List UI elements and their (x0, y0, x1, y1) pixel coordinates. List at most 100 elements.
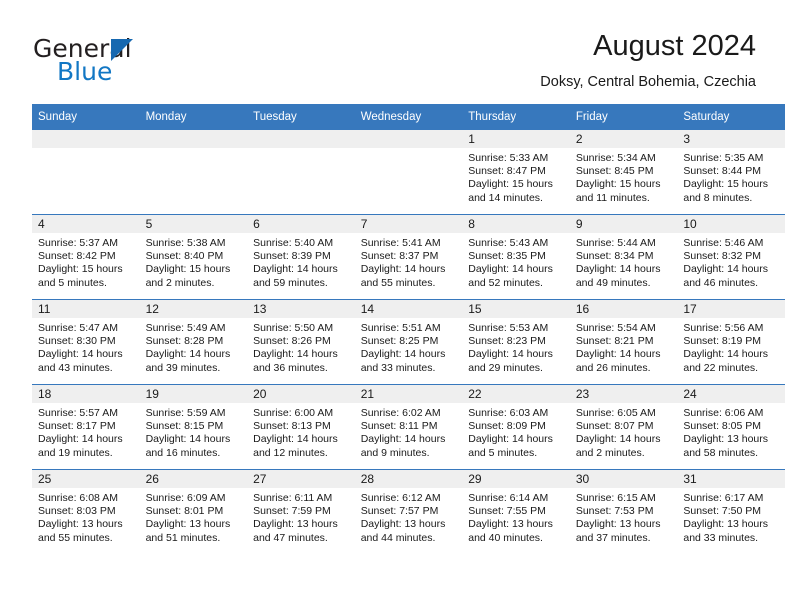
calendar-day-cell[interactable]: 4 Sunrise: 5:37 AM Sunset: 8:42 PM Daylight… (32, 214, 140, 300)
daylight-text-line2: and 16 minutes. (145, 446, 221, 459)
day-details: Sunrise: 6:14 AM Sunset: 7:55 PM Daylight:… (462, 488, 570, 545)
daylight-text-line1: Daylight: 14 hours (683, 348, 769, 361)
sunrise-text: Sunrise: 5:57 AM (38, 407, 118, 419)
sunrise-text: Sunrise: 6:15 AM (575, 492, 656, 504)
sunrise-text: Sunrise: 5:53 AM (468, 322, 549, 334)
calendar-day-cell[interactable]: 14 Sunrise: 5:51 AM Sunset: 8:25 PM Dayligh… (354, 299, 463, 385)
day-number: 20 (247, 385, 355, 403)
daylight-text-line2: and 2 minutes. (575, 446, 645, 459)
day-number: 7 (354, 215, 463, 233)
calendar-page: General Blue August 2024 Doksy, Central … (0, 0, 792, 612)
calendar-day-cell[interactable]: 31 Sunrise: 6:17 AM Sunset: 7:50 PM Dayligh… (677, 469, 785, 554)
daylight-text-line1: Daylight: 14 hours (575, 263, 661, 276)
day-cell-content: 18 Sunrise: 5:57 AM Sunset: 8:17 PM Dayligh… (32, 385, 140, 469)
sunset-text: Sunset: 8:11 PM (360, 420, 438, 433)
sunset-text: Sunset: 8:39 PM (253, 250, 331, 263)
brand-logo[interactable]: General Blue (33, 34, 213, 86)
calendar-day-cell[interactable]: 17 Sunrise: 5:56 AM Sunset: 8:19 PM Dayligh… (677, 299, 785, 385)
sunset-text: Sunset: 8:23 PM (468, 335, 546, 348)
day-details: Sunrise: 5:43 AM Sunset: 8:35 PM Daylight:… (462, 233, 570, 290)
daylight-text-line2: and 26 minutes. (575, 361, 651, 374)
calendar-day-cell[interactable]: 8 Sunrise: 5:43 AM Sunset: 8:35 PM Daylight… (462, 214, 570, 300)
day-cell-content: 4 Sunrise: 5:37 AM Sunset: 8:42 PM Daylight… (32, 215, 140, 299)
daylight-text-line1: Daylight: 13 hours (38, 518, 123, 531)
sunrise-text: Sunrise: 5:54 AM (575, 322, 656, 334)
calendar-day-cell[interactable]: 22 Sunrise: 6:03 AM Sunset: 8:09 PM Dayligh… (462, 384, 570, 470)
calendar-body: 1 Sunrise: 5:33 AM Sunset: 8:47 PM Daylight… (32, 130, 785, 554)
calendar-day-cell[interactable]: 29 Sunrise: 6:14 AM Sunset: 7:55 PM Dayligh… (462, 469, 570, 554)
day-cell-content: 1 Sunrise: 5:33 AM Sunset: 8:47 PM Daylight… (462, 130, 570, 214)
daylight-text-line1: Daylight: 13 hours (468, 518, 553, 531)
day-number: 25 (32, 470, 140, 488)
calendar-day-cell[interactable]: 30 Sunrise: 6:15 AM Sunset: 7:53 PM Dayligh… (569, 469, 678, 554)
sunrise-text: Sunrise: 6:02 AM (360, 407, 441, 419)
day-cell-content: 10 Sunrise: 5:46 AM Sunset: 8:32 PM Dayligh… (677, 215, 785, 299)
calendar-day-cell[interactable]: 11 Sunrise: 5:47 AM Sunset: 8:30 PM Dayligh… (32, 299, 140, 385)
page-title: August 2024 (593, 30, 756, 62)
calendar-day-cell[interactable]: 6 Sunrise: 5:40 AM Sunset: 8:39 PM Daylight… (247, 214, 355, 300)
calendar-day-cell[interactable]: 12 Sunrise: 5:49 AM Sunset: 8:28 PM Dayligh… (139, 299, 248, 385)
calendar-day-cell[interactable]: 10 Sunrise: 5:46 AM Sunset: 8:32 PM Dayligh… (677, 214, 785, 300)
day-number: 12 (139, 300, 248, 318)
sunrise-text: Sunrise: 6:03 AM (468, 407, 549, 419)
daylight-text-line1: Daylight: 14 hours (360, 263, 446, 276)
calendar-day-cell[interactable]: 27 Sunrise: 6:11 AM Sunset: 7:59 PM Dayligh… (247, 469, 355, 554)
daylight-text-line1: Daylight: 14 hours (145, 348, 231, 361)
calendar-day-cell[interactable]: 9 Sunrise: 5:44 AM Sunset: 8:34 PM Daylight… (569, 214, 678, 300)
calendar-day-cell[interactable]: 25 Sunrise: 6:08 AM Sunset: 8:03 PM Dayligh… (32, 469, 140, 554)
calendar-day-cell[interactable]: 21 Sunrise: 6:02 AM Sunset: 8:11 PM Dayligh… (354, 384, 463, 470)
day-cell-content: 14 Sunrise: 5:51 AM Sunset: 8:25 PM Dayligh… (354, 300, 463, 384)
day-details: Sunrise: 5:33 AM Sunset: 8:47 PM Daylight:… (462, 148, 570, 205)
day-cell-content: 24 Sunrise: 6:06 AM Sunset: 8:05 PM Dayligh… (677, 385, 785, 469)
sunset-text: Sunset: 8:25 PM (360, 335, 439, 348)
calendar-day-cell[interactable]: 23 Sunrise: 6:05 AM Sunset: 8:07 PM Dayligh… (569, 384, 678, 470)
daylight-text-line1: Daylight: 15 hours (145, 263, 231, 276)
day-number: 19 (139, 385, 248, 403)
day-cell-content: 15 Sunrise: 5:53 AM Sunset: 8:23 PM Dayligh… (462, 300, 570, 384)
day-cell-content: 26 Sunrise: 6:09 AM Sunset: 8:01 PM Dayligh… (139, 470, 248, 554)
day-details: Sunrise: 6:08 AM Sunset: 8:03 PM Daylight:… (32, 488, 140, 545)
page-subtitle: Doksy, Central Bohemia, Czechia (540, 74, 756, 90)
daylight-text-line2: and 47 minutes. (253, 531, 328, 544)
day-details: Sunrise: 6:12 AM Sunset: 7:57 PM Daylight:… (355, 488, 463, 545)
sunset-text: Sunset: 8:32 PM (683, 250, 762, 263)
day-details: Sunrise: 5:41 AM Sunset: 8:37 PM Daylight:… (355, 233, 463, 290)
daylight-text-line2: and 55 minutes. (360, 276, 436, 289)
calendar-day-cell[interactable]: 26 Sunrise: 6:09 AM Sunset: 8:01 PM Dayligh… (139, 469, 248, 554)
daylight-text-line2: and 33 minutes. (683, 531, 759, 544)
daylight-text-line1: Daylight: 14 hours (145, 433, 231, 446)
day-number: 17 (677, 300, 785, 318)
daylight-text-line2: and 12 minutes. (253, 446, 328, 459)
day-number: 30 (569, 470, 678, 488)
daylight-text-line1: Daylight: 14 hours (360, 433, 446, 446)
calendar-day-cell[interactable]: 1 Sunrise: 5:33 AM Sunset: 8:47 PM Daylight… (462, 130, 570, 215)
calendar-day-cell[interactable]: 20 Sunrise: 6:00 AM Sunset: 8:13 PM Dayligh… (247, 384, 355, 470)
day-number: 28 (354, 470, 463, 488)
calendar-day-cell[interactable]: 2 Sunrise: 5:34 AM Sunset: 8:45 PM Daylight… (569, 130, 678, 215)
sunrise-text: Sunrise: 5:43 AM (468, 237, 549, 249)
day-cell-content (139, 130, 248, 214)
day-cell-content: 17 Sunrise: 5:56 AM Sunset: 8:19 PM Dayligh… (677, 300, 785, 384)
day-number: 9 (569, 215, 678, 233)
calendar-day-cell[interactable]: 5 Sunrise: 5:38 AM Sunset: 8:40 PM Daylight… (139, 214, 248, 300)
day-details: Sunrise: 5:40 AM Sunset: 8:39 PM Daylight:… (247, 233, 355, 290)
day-details: Sunrise: 5:56 AM Sunset: 8:19 PM Daylight:… (677, 318, 785, 375)
calendar-day-cell[interactable]: 24 Sunrise: 6:06 AM Sunset: 8:05 PM Dayligh… (677, 384, 785, 470)
sunset-text: Sunset: 8:45 PM (575, 165, 654, 178)
calendar-day-cell[interactable]: 7 Sunrise: 5:41 AM Sunset: 8:37 PM Daylight… (354, 214, 463, 300)
daylight-text-line1: Daylight: 13 hours (683, 518, 769, 531)
daylight-text-line1: Daylight: 15 hours (683, 178, 769, 191)
calendar-day-cell[interactable]: 3 Sunrise: 5:35 AM Sunset: 8:44 PM Daylight… (677, 130, 785, 215)
day-number: 24 (677, 385, 785, 403)
calendar-day-cell[interactable]: 28 Sunrise: 6:12 AM Sunset: 7:57 PM Dayligh… (354, 469, 463, 554)
calendar-day-cell[interactable]: 19 Sunrise: 5:59 AM Sunset: 8:15 PM Dayligh… (139, 384, 248, 470)
sunrise-text: Sunrise: 5:49 AM (145, 322, 226, 334)
calendar-day-cell[interactable]: 15 Sunrise: 5:53 AM Sunset: 8:23 PM Dayligh… (462, 299, 570, 385)
calendar-header-row: Sunday Monday Tuesday Wednesday Thursday… (32, 104, 785, 130)
day-number: 18 (32, 385, 140, 403)
sunrise-text: Sunrise: 5:40 AM (253, 237, 334, 249)
calendar-day-cell[interactable]: 16 Sunrise: 5:54 AM Sunset: 8:21 PM Dayligh… (569, 299, 678, 385)
day-details: Sunrise: 5:51 AM Sunset: 8:25 PM Daylight:… (355, 318, 463, 375)
calendar-day-cell[interactable]: 13 Sunrise: 5:50 AM Sunset: 8:26 PM Dayligh… (247, 299, 355, 385)
calendar-day-cell[interactable]: 18 Sunrise: 5:57 AM Sunset: 8:17 PM Dayligh… (32, 384, 140, 470)
